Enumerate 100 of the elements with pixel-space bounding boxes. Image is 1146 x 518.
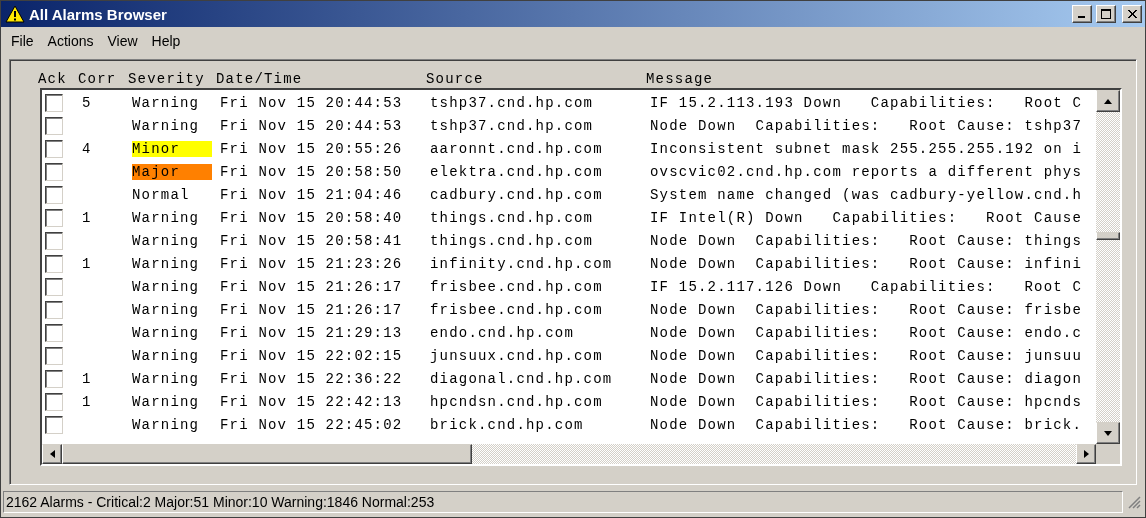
source-cell-text: things.cnd.hp.com [430,232,595,249]
datetime-cell-text: Fri Nov 15 22:02:15 [220,347,404,364]
ack-checkbox[interactable] [45,392,63,411]
source-cell-text: diagonal.cnd.hp.com [430,370,614,387]
source-cell-text: infinity.cnd.hp.com [430,255,614,272]
menu-item[interactable]: Help [145,33,187,53]
scrollbar-corner [1096,444,1120,464]
source-cell-text: frisbee.cnd.hp.com [430,278,604,295]
source-cell-text: tshp37.cnd.hp.com [430,94,595,111]
datetime-cell-text: Fri Nov 15 20:58:40 [220,209,404,226]
message-cell-text: Node Down Capabilities: Root Cause: infini [650,255,1084,272]
source-cell-text: cadbury.cnd.hp.com [430,186,604,203]
warning-icon [5,5,25,23]
message-cell-text: Node Down Capabilities: Root Cause: endo.c [650,324,1084,341]
close-button[interactable] [1122,5,1142,23]
column-header[interactable]: Message [646,71,1122,87]
severity-cell-text: Warning [132,255,201,272]
ack-checkbox[interactable] [45,254,63,273]
datetime-cell-text: Fri Nov 15 21:26:17 [220,278,404,295]
column-header[interactable]: Severity [128,71,216,87]
source-cell-text: aaronnt.cnd.hp.com [430,140,604,157]
message-cell-text: Node Down Capabilities: Root Cause: things [650,232,1084,249]
scroll-down-button[interactable] [1096,422,1120,444]
source-cell-text: brick.cnd.hp.com [430,416,585,433]
corr-cell-text: 1 [82,370,93,387]
severity-cell-text: Warning [132,347,201,364]
ack-checkbox[interactable] [45,116,63,135]
maximize-button[interactable] [1096,5,1116,23]
datetime-cell-text: Fri Nov 15 21:26:17 [220,301,404,318]
message-cell-text: Inconsistent subnet mask 255.255.255.192 on i [650,140,1084,157]
ack-checkbox[interactable] [45,231,63,250]
message-cell-text: IF 15.2.117.126 Down Capabilities: Root C [650,278,1084,295]
severity-cell-text: Warning [132,117,201,134]
message-cell-text: Node Down Capabilities: Root Cause: tshp37 [650,117,1084,134]
severity-cell: Major [132,163,212,180]
datetime-cell-text: Fri Nov 15 21:23:26 [220,255,404,272]
source-cell-text: elektra.cnd.hp.com [430,163,604,180]
severity-cell-text: Warning [132,278,201,295]
window-title: All Alarms Browser [29,5,168,23]
close-icon [1127,10,1137,18]
scroll-left-button[interactable] [42,444,62,464]
datetime-cell-text: Fri Nov 15 20:58:41 [220,232,404,249]
ack-checkbox[interactable] [45,162,63,181]
message-cell-text: IF Intel(R) Down Capabilities: Root Cause [650,209,1084,226]
severity-cell-text: Warning [132,232,201,249]
menu-item[interactable]: File [5,33,40,53]
resize-grip-icon [1127,495,1141,509]
ack-checkbox[interactable] [45,300,63,319]
ack-checkbox[interactable] [45,346,63,365]
menu-item[interactable]: Actions [41,33,100,53]
scroll-thumb[interactable] [62,444,472,464]
menu-item[interactable]: View [101,33,144,53]
minimize-button[interactable] [1072,5,1092,23]
ack-checkbox[interactable] [45,369,63,388]
source-cell-text: things.cnd.hp.com [430,209,595,226]
severity-cell-text: Warning [132,301,201,318]
ack-checkbox[interactable] [45,185,63,204]
ack-checkbox[interactable] [45,323,63,342]
ack-checkbox[interactable] [45,139,63,158]
left-arrow-icon [49,450,55,458]
corr-cell-text: 1 [82,255,93,272]
severity-cell: Minor [132,140,212,157]
status-text: 2162 Alarms - Critical:2 Major:51 Minor:10 Warning:1846 Normal:253 [3,491,1123,513]
message-cell-text: Node Down Capabilities: Root Cause: junsuu [650,347,1084,364]
right-arrow-icon [1083,450,1089,458]
severity-cell-text: Warning [132,416,201,433]
ack-checkbox[interactable] [45,415,63,434]
corr-cell-text: 1 [82,393,93,410]
maximize-icon [1101,9,1111,19]
corr-cell-text: 1 [82,209,93,226]
message-cell-text: Node Down Capabilities: Root Cause: brick. [650,416,1084,433]
scroll-right-button[interactable] [1076,444,1096,464]
ack-checkbox[interactable] [45,93,63,112]
vertical-scrollbar[interactable] [1096,90,1120,444]
datetime-cell-text: Fri Nov 15 21:04:46 [220,186,404,203]
source-cell-text: hpcndsn.cnd.hp.com [430,393,604,410]
column-header[interactable]: Source [426,71,646,87]
message-cell-text: Node Down Capabilities: Root Cause: frisbe [650,301,1084,318]
severity-cell-text: Warning [132,94,201,111]
datetime-cell-text: Fri Nov 15 22:36:22 [220,370,404,387]
datetime-cell-text: Fri Nov 15 22:42:13 [220,393,404,410]
severity-cell-text: Warning [132,209,201,226]
severity-cell-text: Warning [132,370,201,387]
column-header[interactable]: Corr [78,71,128,87]
message-cell-text: ovscvic02.cnd.hp.com reports a different phys [650,163,1084,180]
source-cell-text: tshp37.cnd.hp.com [430,117,595,134]
column-header[interactable]: Date/Time [216,71,426,87]
datetime-cell-text: Fri Nov 15 22:45:02 [220,416,404,433]
datetime-cell-text: Fri Nov 15 20:58:50 [220,163,404,180]
datetime-cell-text: Fri Nov 15 20:55:26 [220,140,404,157]
horizontal-scrollbar[interactable] [42,444,1096,464]
severity-cell-text: Warning [132,393,201,410]
source-cell-text: junsuux.cnd.hp.com [430,347,604,364]
scroll-up-button[interactable] [1096,90,1120,112]
scroll-thumb[interactable] [1096,232,1120,240]
column-header[interactable]: Ack [38,71,78,87]
down-arrow-icon [1104,430,1112,436]
ack-checkbox[interactable] [45,277,63,296]
ack-checkbox[interactable] [45,208,63,227]
message-cell-text: IF 15.2.113.193 Down Capabilities: Root C [650,94,1084,111]
